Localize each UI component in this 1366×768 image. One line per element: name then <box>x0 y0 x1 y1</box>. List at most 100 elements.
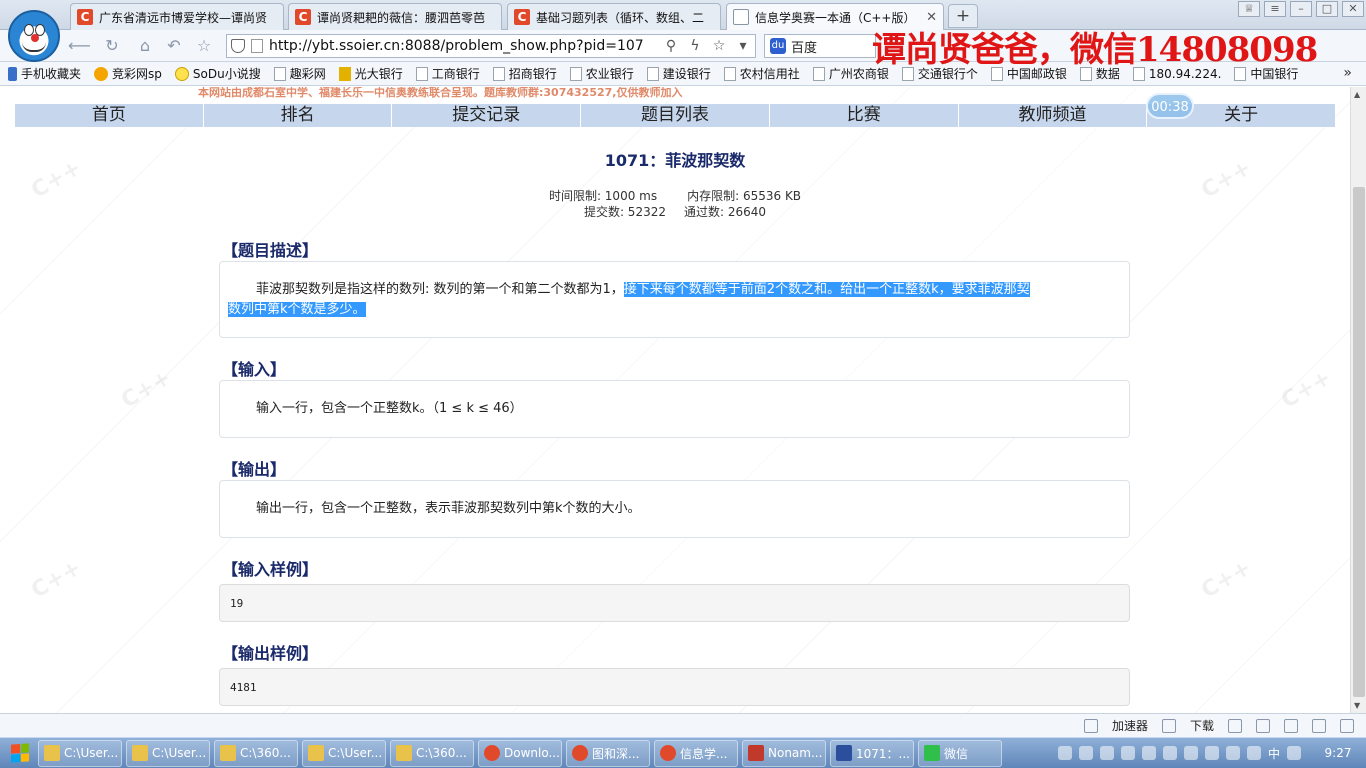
favorites-star-icon[interactable]: ☆ <box>194 37 214 55</box>
taskbar-item[interactable]: C:\360... <box>214 739 298 767</box>
maximize-button[interactable]: □ <box>1316 1 1338 17</box>
start-button[interactable] <box>2 738 38 768</box>
taskbar-item[interactable]: C:\User... <box>38 739 122 767</box>
tab-title: 基础习题列表（循环、数组、二 <box>536 10 705 25</box>
bookmark-item[interactable]: 建设银行 <box>646 65 711 82</box>
menu-ranking[interactable]: 排名 <box>204 104 393 127</box>
camera-icon[interactable] <box>1312 718 1326 733</box>
page-icon <box>812 66 825 81</box>
tray-icon[interactable] <box>1078 746 1093 760</box>
input-heading: 【输入】 <box>222 360 287 379</box>
sample-input-box[interactable]: 19 <box>219 584 1130 622</box>
ime-indicator[interactable]: 中 <box>1268 745 1280 762</box>
qq-icon[interactable] <box>1287 746 1301 760</box>
bookmark-item[interactable]: 竞彩网sp <box>94 65 162 82</box>
bookmark-star-icon[interactable]: ☆ <box>707 38 731 54</box>
clock[interactable]: 9:27 <box>1318 746 1358 760</box>
tray-icon[interactable] <box>1057 746 1072 760</box>
scroll-down-icon[interactable]: ▼ <box>1354 701 1360 710</box>
download-label[interactable]: 下载 <box>1190 717 1214 734</box>
folder-icon <box>308 745 324 761</box>
output-heading: 【输出】 <box>222 460 287 479</box>
taskbar-item[interactable]: 信息学... <box>654 739 738 767</box>
zoom-icon[interactable] <box>1340 718 1354 733</box>
tray-icon[interactable] <box>1099 746 1114 760</box>
home-icon[interactable]: ⌂ <box>135 37 155 55</box>
menu-submissions[interactable]: 提交记录 <box>392 104 582 127</box>
volume-icon[interactable] <box>1204 746 1219 760</box>
scrollbar-thumb[interactable] <box>1353 187 1365 697</box>
input-description: 输入一行，包含一个正整数k。（1 ≤ k ≤ 46） <box>256 401 523 416</box>
skin-icon[interactable]: ♕ <box>1238 1 1260 17</box>
bookmark-item[interactable]: SoDu小说搜 <box>174 65 261 82</box>
tools-icon[interactable] <box>1083 718 1098 733</box>
page-icon <box>415 66 428 81</box>
sound-icon[interactable] <box>1284 718 1298 733</box>
menu-problem-list[interactable]: 题目列表 <box>581 104 770 127</box>
trash-icon[interactable] <box>1256 718 1270 733</box>
back-icon[interactable]: ⟵ <box>68 37 91 55</box>
taskbar-item[interactable]: C:\360... <box>390 739 474 767</box>
menu-home[interactable]: 首页 <box>15 104 204 127</box>
chrome-icon <box>484 745 500 761</box>
bookmark-item[interactable]: 趣彩网 <box>273 65 326 82</box>
wechat-icon <box>924 745 940 761</box>
undo-close-icon[interactable]: ↶ <box>164 37 184 55</box>
address-bar[interactable]: http://ybt.ssoier.cn:8088/problem_show.p… <box>226 34 756 58</box>
bookmark-item[interactable]: 农村信用社 <box>723 65 800 82</box>
tray-icon[interactable] <box>1162 746 1177 760</box>
scroll-up-icon[interactable]: ▲ <box>1354 90 1360 99</box>
dropdown-arrow-icon[interactable]: ▾ <box>731 38 755 54</box>
browser-logo-icon[interactable] <box>8 10 60 62</box>
taskbar-item[interactable]: 微信 <box>918 739 1002 767</box>
sample-output-box[interactable]: 4181 <box>219 668 1130 706</box>
taskbar-item[interactable]: 图和深... <box>566 739 650 767</box>
url-text[interactable]: http://ybt.ssoier.cn:8088/problem_show.p… <box>269 38 659 54</box>
search-icon[interactable]: ⚲ <box>659 38 683 54</box>
menu-icon[interactable]: ≡ <box>1264 1 1286 17</box>
memory-limit: 内存限制: 65536 KB <box>687 189 802 203</box>
tray-icon[interactable] <box>1183 746 1198 760</box>
bookmark-item[interactable]: 手机收藏夹 <box>8 65 81 82</box>
wechat-tray-icon[interactable] <box>1141 746 1156 760</box>
browser-tab[interactable]: C 谭尚贤耙耙的薇信：腰泗芭零芭 <box>288 3 502 30</box>
bookmark-item[interactable]: 光大银行 <box>338 65 403 82</box>
windows-taskbar: C:\User... C:\User... C:\360... C:\User.… <box>0 737 1366 768</box>
taskbar-item[interactable]: Nonam... <box>742 739 826 767</box>
system-tray: 中 9:27 <box>1057 745 1366 762</box>
bookmark-item[interactable]: 工商银行 <box>415 65 480 82</box>
taskbar-item[interactable]: C:\User... <box>302 739 386 767</box>
browser-tab[interactable]: C 广东省清远市博爱学校—谭尚贤 <box>70 3 284 30</box>
taskbar-item[interactable]: C:\User... <box>126 739 210 767</box>
taskbar-item[interactable]: Downlo... <box>478 739 562 767</box>
taskbar-item[interactable]: 1071：... <box>830 739 914 767</box>
menu-contest[interactable]: 比赛 <box>770 104 959 127</box>
accelerator-label[interactable]: 加速器 <box>1112 717 1148 734</box>
refresh-icon[interactable]: ↻ <box>102 37 122 55</box>
search-engine-box[interactable]: du 百度 <box>764 34 876 58</box>
vertical-scrollbar[interactable]: ▲ ▼ <box>1350 87 1366 713</box>
security-shield-icon[interactable] <box>231 39 245 53</box>
page-icon <box>646 66 659 81</box>
bookmark-item[interactable]: 农业银行 <box>569 65 634 82</box>
floating-timer[interactable]: 00:38 <box>1146 93 1194 119</box>
more-bookmarks-button[interactable]: » <box>1343 65 1352 81</box>
tray-icon[interactable] <box>1120 746 1135 760</box>
tab-title: 谭尚贤耙耙的薇信：腰泗芭零芭 <box>317 10 486 25</box>
window-icon[interactable] <box>1228 718 1242 733</box>
download-icon[interactable] <box>1161 718 1176 733</box>
menu-teacher-channel[interactable]: 教师频道 <box>959 104 1148 127</box>
chrome-icon <box>572 745 588 761</box>
speed-mode-icon[interactable]: ϟ <box>683 38 707 54</box>
minimize-button[interactable]: – <box>1290 1 1312 17</box>
folder-icon <box>396 745 412 761</box>
page-icon <box>251 39 263 53</box>
bookmark-item[interactable]: 招商银行 <box>492 65 557 82</box>
baidu-paw-icon: du <box>770 38 786 54</box>
network-icon[interactable] <box>1225 746 1240 760</box>
bank-e-icon <box>338 66 351 81</box>
flag-icon[interactable] <box>1246 746 1261 760</box>
editor-icon <box>748 745 764 761</box>
browser-tab[interactable]: C 基础习题列表（循环、数组、二 <box>507 3 721 30</box>
close-window-button[interactable]: ✕ <box>1342 1 1364 17</box>
